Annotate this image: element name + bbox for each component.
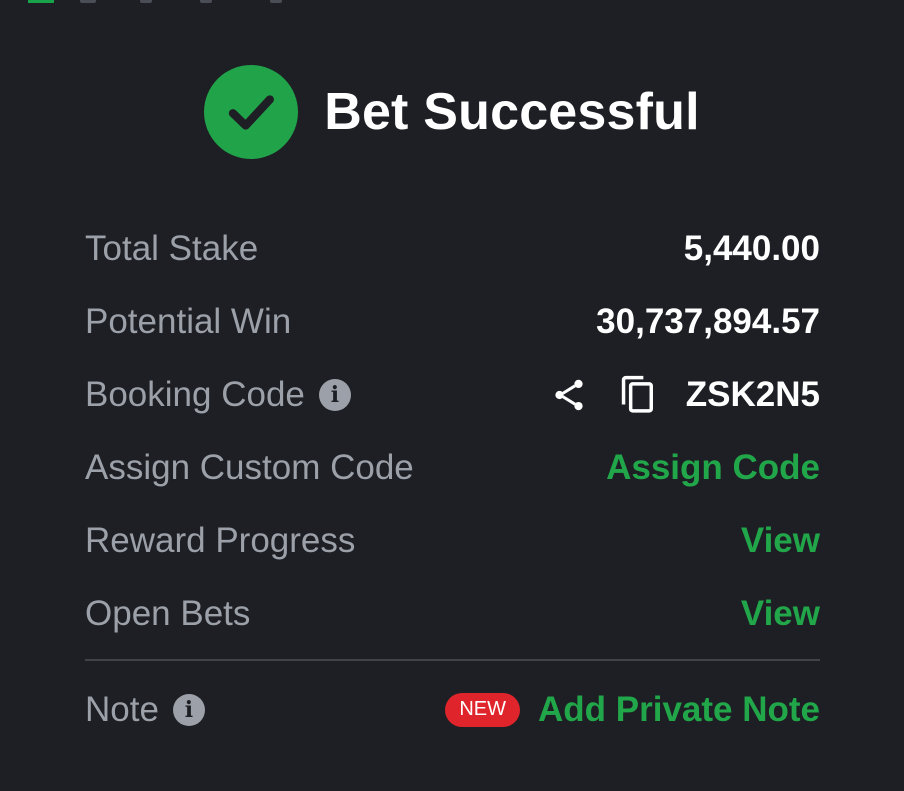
potential-win-row: Potential Win 30,737,894.57	[85, 285, 820, 358]
top-edge-green-mark	[28, 0, 54, 3]
potential-win-value: 30,737,894.57	[596, 301, 820, 341]
new-badge: NEW	[445, 692, 520, 727]
note-actions: NEW Add Private Note	[445, 690, 820, 730]
open-bets-label: Open Bets	[85, 593, 251, 633]
booking-code-label: Booking Code	[85, 374, 305, 414]
open-bets-row: Open Bets View	[85, 577, 820, 650]
share-icon[interactable]	[550, 376, 588, 414]
check-circle-icon	[204, 65, 299, 159]
potential-win-label: Potential Win	[85, 301, 292, 341]
note-label-group: Note i	[85, 690, 205, 730]
checkmark-icon	[228, 95, 275, 130]
page-title: Bet Successful	[324, 83, 700, 141]
success-header: Bet Successful	[0, 62, 904, 162]
divider	[85, 659, 820, 661]
booking-code-value: ZSK2N5	[685, 374, 820, 414]
assign-code-link[interactable]: Assign Code	[606, 448, 820, 488]
total-stake-row: Total Stake 5,440.00	[85, 212, 820, 285]
note-label: Note	[85, 689, 159, 729]
copy-icon[interactable]	[618, 374, 656, 416]
open-bets-view-link[interactable]: View	[741, 594, 820, 634]
bet-summary-list: Total Stake 5,440.00 Potential Win 30,73…	[85, 212, 820, 650]
custom-code-row: Assign Custom Code Assign Code	[85, 431, 820, 504]
booking-code-row: Booking Code i ZSK2N5	[85, 358, 820, 431]
booking-code-label-group: Booking Code i	[85, 375, 351, 415]
reward-progress-label: Reward Progress	[85, 520, 356, 560]
total-stake-value: 5,440.00	[683, 228, 820, 268]
custom-code-label: Assign Custom Code	[85, 447, 414, 487]
info-icon[interactable]: i	[172, 693, 205, 726]
reward-progress-view-link[interactable]: View	[741, 521, 820, 561]
total-stake-label: Total Stake	[85, 228, 259, 268]
bet-confirmation-panel: Bet Successful Total Stake 5,440.00 Pote…	[0, 0, 904, 791]
note-row: Note i NEW Add Private Note	[85, 672, 820, 747]
booking-code-actions: ZSK2N5	[550, 374, 820, 416]
info-icon[interactable]: i	[318, 378, 351, 411]
add-private-note-link[interactable]: Add Private Note	[538, 690, 820, 730]
top-edge-remnant	[0, 0, 904, 4]
reward-progress-row: Reward Progress View	[85, 504, 820, 577]
